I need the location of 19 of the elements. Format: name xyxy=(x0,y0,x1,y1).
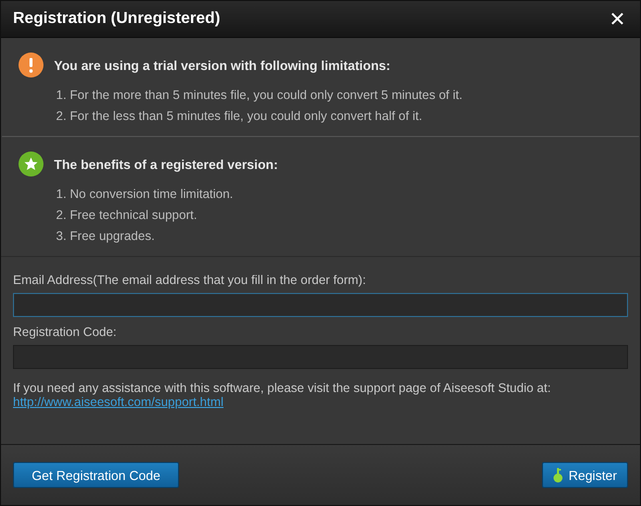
field-label: Registration Code: xyxy=(13,325,118,339)
close-button[interactable]: ✕ xyxy=(607,6,628,32)
section-heading: You are using a trial version with following limitations: xyxy=(54,58,390,72)
field-label: Email Address(The email address that you fill in the order form): xyxy=(13,273,367,287)
register-button[interactable]: Register xyxy=(542,462,628,488)
limitation-item: 1. For the more than 5 minutes file, you could only convert 5 minutes of it. xyxy=(56,88,464,102)
benefit-item: 2. Free technical support. xyxy=(56,208,198,222)
section-heading: The benefits of a registered version: xyxy=(54,156,278,172)
help-text: If you need any assistance with this software, please visit the support page of Aiseesoft Studio at: xyxy=(13,381,552,395)
benefit-item: 3. Free upgrades. xyxy=(56,229,156,243)
benefit-item: 1. No conversion time limitation. xyxy=(56,187,234,201)
input-field[interactable] xyxy=(13,345,628,369)
input-field[interactable] xyxy=(13,293,628,317)
warning-icon xyxy=(18,52,44,78)
registration-code-button[interactable]: Get Registration Code xyxy=(13,462,179,488)
key-icon xyxy=(552,467,563,483)
support-link[interactable]: http://www.aiseesoft.com/support.html xyxy=(13,395,224,409)
limitation-item: 2. For the less than 5 minutes file, you could only convert half of it. xyxy=(56,109,424,123)
window-title: Registration (Unregistered) xyxy=(13,10,220,28)
